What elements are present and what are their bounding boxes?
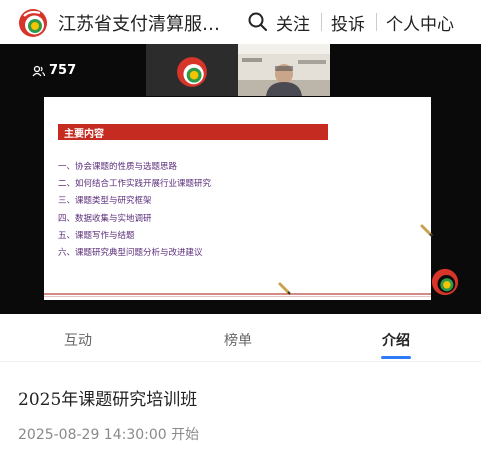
- channel-title[interactable]: 江苏省支付清算服…: [58, 10, 223, 36]
- header-divider: [376, 13, 377, 31]
- camera-tile-logo: [146, 44, 238, 96]
- header-divider: [321, 13, 322, 31]
- slide-agenda-list: 一、协会课题的性质与选题思路 二、如何结合工作实践开展行业课题研究 三、课题类型…: [58, 160, 211, 263]
- user-center-button[interactable]: 个人中心: [386, 10, 454, 35]
- slide-agenda-item: 二、如何结合工作实践开展行业课题研究: [58, 179, 212, 190]
- slide-agenda-item: 五、课题写作与结题: [58, 230, 135, 241]
- slide-title: 主要内容: [64, 129, 104, 140]
- content-tabs: 互动 榜单 介绍: [0, 314, 481, 362]
- viewer-count-badge: 757: [32, 63, 76, 78]
- event-start-time: 2025-08-29 14:30:00 开始: [18, 427, 200, 443]
- slide-footer-line: [44, 293, 431, 295]
- live-video-player[interactable]: 757 主要内容 一、协会课题的性质与选题思路 二、如何结合工作实践开展行业课题…: [0, 44, 481, 314]
- event-title: 2025年课题研究培训班: [18, 390, 198, 410]
- brand-logo-icon[interactable]: [18, 8, 48, 38]
- slide-agenda-item: 六、课题研究典型问题分析与改进建议: [58, 247, 203, 258]
- tab-interaction[interactable]: 互动: [64, 330, 92, 350]
- viewers-icon: [32, 65, 46, 76]
- watermark-logo-icon: [431, 268, 459, 296]
- complain-button[interactable]: 投诉: [331, 10, 365, 35]
- slide-agenda-item: 三、课题类型与研究框架: [58, 196, 152, 207]
- tab-introduction[interactable]: 介绍: [382, 330, 410, 350]
- tab-leaderboard[interactable]: 榜单: [224, 330, 252, 350]
- active-tab-indicator: [381, 356, 411, 359]
- presentation-slide: 主要内容 一、协会课题的性质与选题思路 二、如何结合工作实践开展行业课题研究 三…: [44, 97, 431, 300]
- follow-button[interactable]: 关注: [276, 10, 310, 35]
- pencil-icon: [420, 224, 433, 237]
- slide-agenda-item: 四、数据收集与实地调研: [58, 213, 152, 224]
- speaker-video-image: [238, 44, 330, 96]
- viewer-count: 757: [49, 63, 77, 78]
- slide-agenda-item: 一、协会课题的性质与选题思路: [58, 162, 178, 172]
- slide-footer-line: [44, 296, 431, 297]
- search-icon[interactable]: [247, 11, 269, 33]
- brand-logo-icon: [177, 57, 207, 87]
- pencil-icon: [278, 282, 291, 295]
- top-header: 江苏省支付清算服… 关注 投诉 个人中心: [0, 0, 481, 44]
- camera-tile-speaker: [238, 44, 330, 96]
